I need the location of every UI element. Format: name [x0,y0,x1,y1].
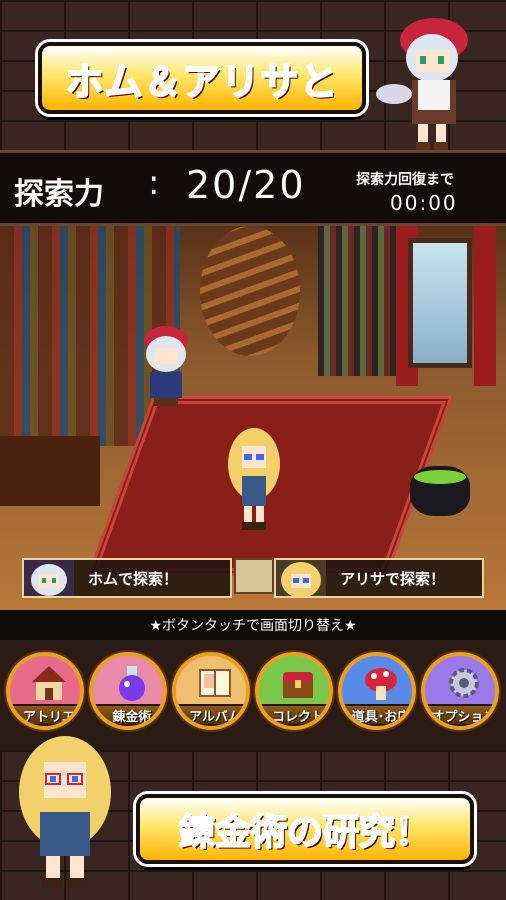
spiral-staircase [200,226,300,356]
menu-atelier-label: アトリエ [10,704,80,726]
title-text: ホム＆アリサと [64,59,339,105]
menu-shop-label: 道具･お店 [342,704,412,726]
recover-timer: 00:00 [390,191,458,215]
menu-alchemy-button[interactable]: 錬金術 [89,652,167,730]
atelier-room-scene: ホムで探索！ アリサで探索！ [0,226,506,610]
stamina-colon: : [148,163,160,203]
arisa-face-icon [276,560,326,596]
footer-text: 錬金術の研究！ [178,811,432,854]
curtain-right [474,226,496,386]
stamina-bar: 探索力 : 20/20 探索力回復まで 00:00 [0,150,506,226]
hint-text: ★ボタンタッチで画面切り替え★ [149,618,357,634]
mushroom-icon [365,668,397,700]
explore-hom-button[interactable]: ホムで探索！ [22,558,232,598]
window [408,238,472,368]
house-icon [32,666,66,700]
menu-alchemy-label: 錬金術 [93,704,163,726]
menu-option-button[interactable]: オプション [421,652,499,730]
menu-shop-button[interactable]: 道具･お店 [338,652,416,730]
menu-option-label: オプション [425,704,495,726]
album-icon [199,669,231,697]
writing-desk [0,436,100,506]
menu-album-button[interactable]: アルバム [172,652,250,730]
menu-collect-button[interactable]: コレクト [255,652,333,730]
hint-bar: ★ボタンタッチで画面切り替え★ [0,610,506,640]
explore-arisa-label: アリサで探索！ [340,569,446,588]
arisa-sprite[interactable] [222,424,286,534]
stamina-value: 20/20 [186,163,306,207]
bookshelf-right [318,226,398,376]
title-banner: ホム＆アリサと [38,42,366,114]
potion-icon [119,666,145,701]
hom-face-icon [24,560,74,596]
explore-arisa-button[interactable]: アリサで探索！ [274,558,484,598]
explore-hom-label: ホムで探索！ [88,569,179,588]
footer-banner: 錬金術の研究！ [136,794,474,864]
chest-icon [283,672,313,698]
stamina-label: 探索力 [14,177,104,212]
menu-collect-label: コレクト [259,704,329,726]
menu-atelier-button[interactable]: アトリエ [6,652,84,730]
menu-album-label: アルバム [176,704,246,726]
recover-label: 探索力回復まで [356,172,454,188]
open-book-icon [234,558,274,594]
hom-character-sprite [376,18,468,150]
arisa-character-sprite [19,736,111,888]
gear-icon [449,668,479,698]
cauldron-brew [414,470,466,484]
hom-reading-sprite[interactable] [136,320,196,410]
